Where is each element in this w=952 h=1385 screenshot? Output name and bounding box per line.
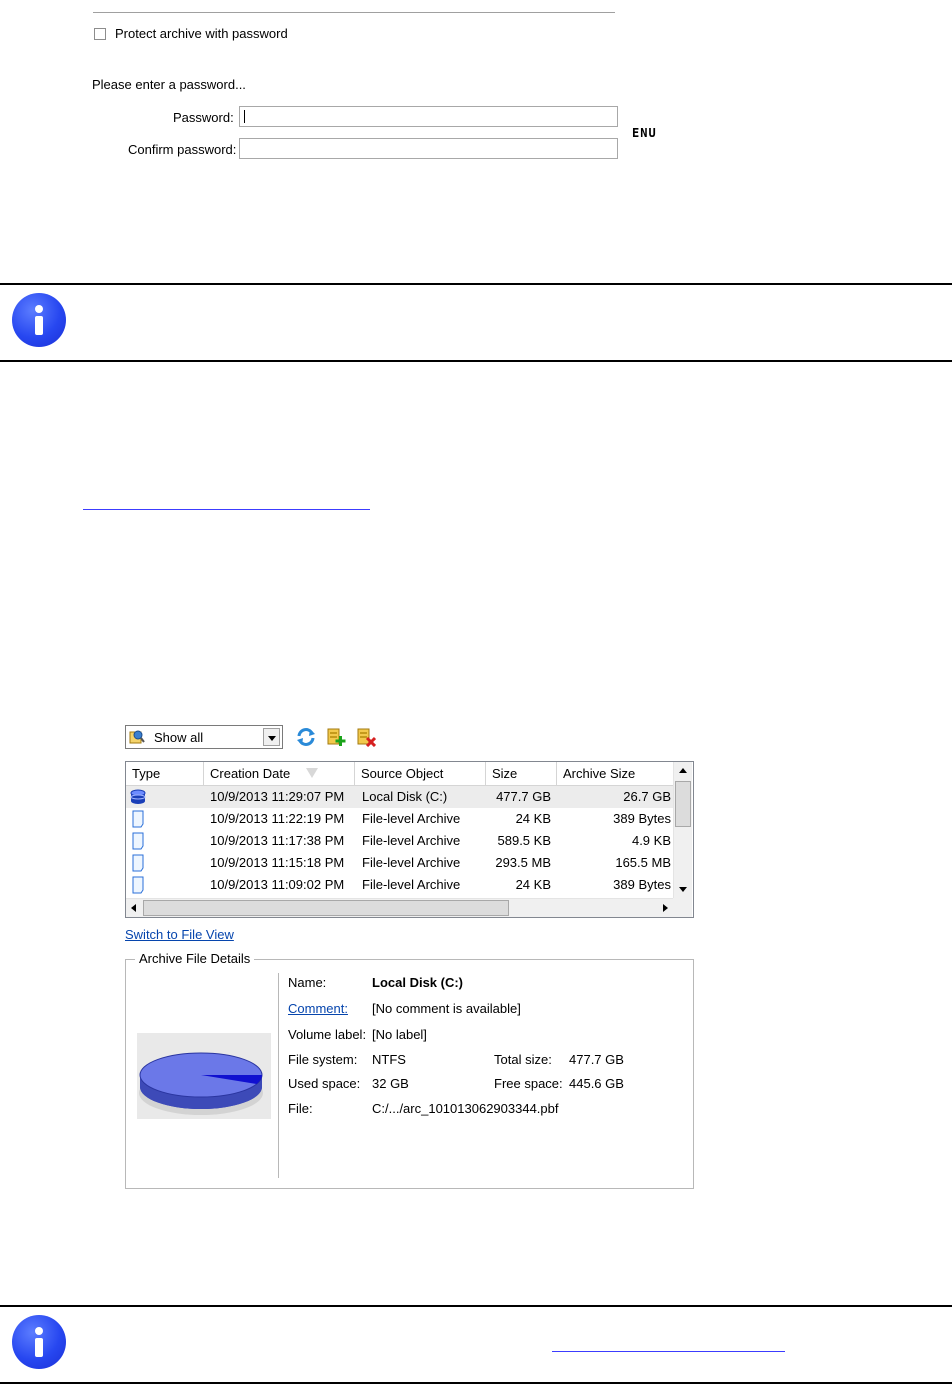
comment-value: [No comment is available] bbox=[372, 1001, 521, 1016]
info-rule-bottom bbox=[0, 360, 952, 362]
row-size: 293.5 MB bbox=[495, 855, 551, 870]
row-size: 24 KB bbox=[515, 877, 551, 892]
volume-label: Volume label: bbox=[288, 1027, 367, 1042]
info-icon-stem bbox=[35, 316, 43, 335]
table-header: Type Creation Date Source Object Size Ar… bbox=[126, 762, 692, 786]
total-size-label: Total size: bbox=[494, 1052, 552, 1067]
column-type[interactable]: Type bbox=[126, 762, 204, 785]
horizontal-scrollbar[interactable] bbox=[126, 898, 673, 917]
row-archive-size: 389 Bytes bbox=[613, 877, 671, 892]
comment-link[interactable]: Comment: bbox=[288, 1001, 348, 1016]
column-source-object[interactable]: Source Object bbox=[355, 762, 486, 785]
row-date: 10/9/2013 11:15:18 PM bbox=[210, 855, 345, 870]
delete-archive-icon[interactable] bbox=[356, 727, 376, 747]
row-archive-size: 4.9 KB bbox=[631, 833, 671, 848]
table-row[interactable]: 10/9/2013 11:17:38 PM File-level Archive… bbox=[126, 830, 673, 852]
row-size: 589.5 KB bbox=[497, 833, 552, 848]
row-source: File-level Archive bbox=[362, 855, 461, 870]
name-label: Name: bbox=[288, 975, 327, 990]
column-archive-size[interactable]: Archive Size bbox=[557, 762, 673, 785]
column-size[interactable]: Size bbox=[486, 762, 557, 785]
info-rule-bottom-2 bbox=[0, 1382, 952, 1384]
file-path-value: C:/.../arc_101013062903344.pbf bbox=[372, 1101, 559, 1116]
row-source: File-level Archive bbox=[362, 811, 461, 826]
file-system-value: NTFS bbox=[372, 1052, 406, 1067]
add-archive-icon[interactable] bbox=[326, 727, 346, 747]
column-creation-date[interactable]: Creation Date bbox=[204, 762, 355, 785]
details-divider bbox=[278, 973, 279, 1178]
vertical-scrollbar[interactable] bbox=[673, 762, 692, 898]
row-source: File-level Archive bbox=[362, 877, 461, 892]
used-space-label: Used space: bbox=[288, 1076, 361, 1091]
link-underline-2[interactable] bbox=[552, 1351, 785, 1352]
file-archive-icon bbox=[132, 810, 144, 828]
scroll-right-icon[interactable] bbox=[663, 904, 668, 912]
password-input[interactable] bbox=[239, 106, 618, 127]
table-row[interactable]: 10/9/2013 11:09:02 PM File-level Archive… bbox=[126, 874, 673, 896]
row-archive-size: 26.7 GB bbox=[623, 789, 671, 804]
protect-password-label: Protect archive with password bbox=[115, 26, 288, 41]
scroll-left-icon[interactable] bbox=[131, 904, 136, 912]
text-caret bbox=[244, 110, 245, 123]
row-source: File-level Archive bbox=[362, 833, 461, 848]
vertical-scroll-thumb[interactable] bbox=[675, 781, 691, 827]
filter-icon bbox=[129, 730, 145, 744]
confirm-password-input[interactable] bbox=[239, 138, 618, 159]
info-icon-dot bbox=[35, 305, 43, 313]
table-row[interactable]: 10/9/2013 11:22:19 PM File-level Archive… bbox=[126, 808, 673, 830]
total-size-value: 477.7 GB bbox=[569, 1052, 624, 1067]
link-underline[interactable] bbox=[83, 509, 370, 510]
info-icon-stem bbox=[35, 1338, 43, 1357]
info-icon-2 bbox=[12, 1315, 66, 1369]
refresh-icon[interactable] bbox=[296, 727, 316, 747]
row-size: 477.7 GB bbox=[496, 789, 551, 804]
filter-dropdown[interactable]: Show all bbox=[125, 725, 283, 749]
sort-descending-icon bbox=[306, 768, 318, 778]
scrollbar-corner bbox=[673, 898, 692, 917]
scroll-up-icon[interactable] bbox=[679, 768, 687, 773]
table-row[interactable]: 10/9/2013 11:29:07 PM Local Disk (C:) 47… bbox=[126, 786, 673, 808]
confirm-password-label: Confirm password: bbox=[128, 142, 237, 157]
password-prompt: Please enter a password... bbox=[92, 77, 246, 92]
table-row[interactable]: 10/9/2013 11:15:18 PM File-level Archive… bbox=[126, 852, 673, 874]
archive-details-title: Archive File Details bbox=[135, 951, 255, 966]
column-creation-date-label: Creation Date bbox=[210, 766, 291, 781]
top-separator bbox=[93, 12, 615, 13]
file-label: File: bbox=[288, 1101, 313, 1116]
file-system-label: File system: bbox=[288, 1052, 358, 1067]
info-rule-top-2 bbox=[0, 1305, 952, 1307]
chevron-down-icon[interactable] bbox=[263, 728, 280, 746]
filter-selected: Show all bbox=[154, 730, 204, 745]
info-rule-top bbox=[0, 283, 952, 285]
file-archive-icon bbox=[132, 876, 144, 894]
name-value: Local Disk (C:) bbox=[372, 975, 464, 990]
horizontal-scroll-thumb[interactable] bbox=[143, 900, 509, 916]
row-size: 24 KB bbox=[515, 811, 551, 826]
file-archive-icon bbox=[132, 854, 144, 872]
free-space-value: 445.6 GB bbox=[569, 1076, 624, 1091]
used-space-value: 32 GB bbox=[372, 1076, 409, 1091]
row-date: 10/9/2013 11:22:19 PM bbox=[210, 811, 345, 826]
keyboard-layout-indicator: ENU bbox=[632, 126, 657, 140]
row-archive-size: 389 Bytes bbox=[613, 811, 671, 826]
disk-usage-panel bbox=[137, 1033, 271, 1119]
volume-value: [No label] bbox=[372, 1027, 427, 1042]
disk-usage-pie-chart bbox=[139, 1052, 263, 1115]
row-date: 10/9/2013 11:09:02 PM bbox=[210, 877, 345, 892]
row-date: 10/9/2013 11:29:07 PM bbox=[210, 789, 345, 804]
free-space-label: Free space: bbox=[494, 1076, 563, 1091]
scroll-down-icon[interactable] bbox=[679, 887, 687, 892]
row-archive-size: 165.5 MB bbox=[615, 855, 671, 870]
archive-table[interactable]: Type Creation Date Source Object Size Ar… bbox=[125, 761, 694, 918]
info-icon bbox=[12, 293, 66, 347]
password-label: Password: bbox=[173, 110, 234, 125]
disk-archive-icon bbox=[130, 789, 146, 804]
switch-to-file-view-link[interactable]: Switch to File View bbox=[125, 927, 234, 942]
file-archive-icon bbox=[132, 832, 144, 850]
protect-password-checkbox[interactable] bbox=[94, 28, 106, 40]
row-source: Local Disk (C:) bbox=[362, 789, 448, 804]
row-date: 10/9/2013 11:17:38 PM bbox=[210, 833, 345, 848]
info-icon-dot bbox=[35, 1327, 43, 1335]
